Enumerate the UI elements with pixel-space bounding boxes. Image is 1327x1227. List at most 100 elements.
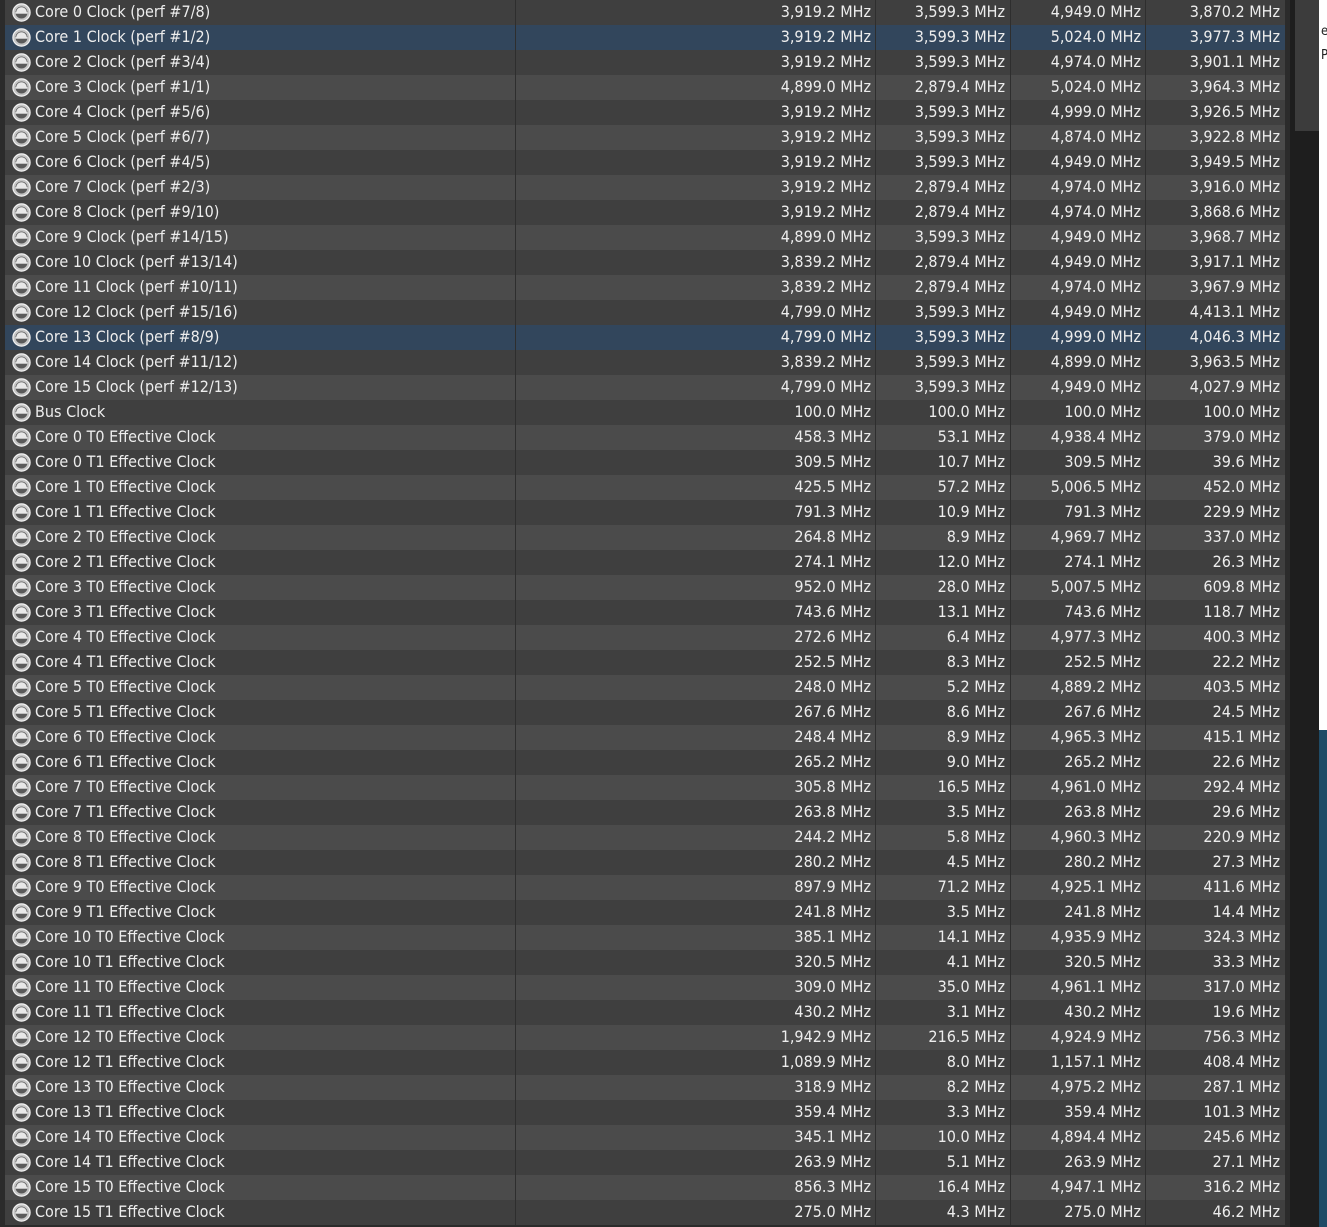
average-value: 400.3 MHz — [1203, 627, 1280, 646]
sensor-name: Core 9 T0 Effective Clock — [35, 877, 216, 896]
sensor-row[interactable]: Core 11 T0 Effective Clock 309.0 MHz 35.0 … — [0, 975, 1290, 1000]
sensor-row[interactable]: Core 2 T0 Effective Clock 264.8 MHz 8.9 MH… — [0, 525, 1290, 550]
minimum-value: 12.0 MHz — [937, 552, 1005, 571]
average-value: 26.3 MHz — [1212, 552, 1280, 571]
sensor-row[interactable]: Core 9 T1 Effective Clock 241.8 MHz 3.5 MH… — [0, 900, 1290, 925]
sensor-row[interactable]: Core 14 Clock (perf #11/12) 3,839.2 MHz 3,… — [0, 350, 1290, 375]
sensor-row[interactable]: Core 5 T1 Effective Clock 267.6 MHz 8.6 MH… — [0, 700, 1290, 725]
sensor-row[interactable]: Core 0 T0 Effective Clock 458.3 MHz 53.1 M… — [0, 425, 1290, 450]
adjacent-window-accent — [1319, 730, 1327, 1227]
sensor-row[interactable]: Core 5 Clock (perf #6/7) 3,919.2 MHz 3,599… — [0, 125, 1290, 150]
row-gutter — [0, 700, 5, 725]
sensor-row[interactable]: Core 7 Clock (perf #2/3) 3,919.2 MHz 2,879… — [0, 175, 1290, 200]
maximum-value: 4,961.0 MHz — [1050, 777, 1141, 796]
row-gutter — [0, 850, 5, 875]
sensor-name: Core 12 T1 Effective Clock — [35, 1052, 225, 1071]
sensor-row[interactable]: Core 10 Clock (perf #13/14) 3,839.2 MHz 2,… — [0, 250, 1290, 275]
sensor-row[interactable]: Core 12 Clock (perf #15/16) 4,799.0 MHz 3,… — [0, 300, 1290, 325]
minimum-value: 35.0 MHz — [937, 977, 1005, 996]
sensor-row[interactable]: Core 6 T0 Effective Clock 248.4 MHz 8.9 MH… — [0, 725, 1290, 750]
sensor-row[interactable]: Core 8 Clock (perf #9/10) 3,919.2 MHz 2,87… — [0, 200, 1290, 225]
maximum-value: 263.9 MHz — [1064, 1152, 1141, 1171]
sensor-row[interactable]: Core 15 T1 Effective Clock 275.0 MHz 4.3 M… — [0, 1200, 1290, 1225]
current-value: 3,919.2 MHz — [780, 52, 871, 71]
sensor-row[interactable]: Core 15 T0 Effective Clock 856.3 MHz 16.4 … — [0, 1175, 1290, 1200]
sensor-name: Core 1 Clock (perf #1/2) — [35, 27, 211, 46]
maximum-value: 5,024.0 MHz — [1050, 27, 1141, 46]
sensor-row[interactable]: Core 8 T1 Effective Clock 280.2 MHz 4.5 MH… — [0, 850, 1290, 875]
sensor-row[interactable]: Core 11 Clock (perf #10/11) 3,839.2 MHz 2,… — [0, 275, 1290, 300]
sensor-name: Core 7 Clock (perf #2/3) — [35, 177, 211, 196]
sensor-row[interactable]: Core 2 Clock (perf #3/4) 3,919.2 MHz 3,599… — [0, 50, 1290, 75]
sensor-row[interactable]: Core 5 T0 Effective Clock 248.0 MHz 5.2 MH… — [0, 675, 1290, 700]
clock-gauge-icon — [12, 53, 31, 72]
current-value: 4,799.0 MHz — [780, 327, 871, 346]
scrollbar-thumb[interactable] — [1295, 0, 1321, 131]
clock-gauge-icon — [12, 1128, 31, 1147]
sensor-row[interactable]: Core 7 T0 Effective Clock 305.8 MHz 16.5 M… — [0, 775, 1290, 800]
average-value: 229.9 MHz — [1203, 502, 1280, 521]
edge-char: e — [1321, 20, 1327, 44]
row-gutter — [0, 625, 5, 650]
maximum-value: 4,969.7 MHz — [1050, 527, 1141, 546]
minimum-value: 10.0 MHz — [937, 1127, 1005, 1146]
sensor-row[interactable]: Core 11 T1 Effective Clock 430.2 MHz 3.1 M… — [0, 1000, 1290, 1025]
sensor-row[interactable]: Bus Clock 100.0 MHz 100.0 MHz 100.0 MHz 100.… — [0, 400, 1290, 425]
sensor-table[interactable]: Core 0 Clock (perf #7/8) 3,919.2 MHz 3,599… — [0, 0, 1290, 1225]
average-value: 33.3 MHz — [1212, 952, 1280, 971]
average-value: 4,046.3 MHz — [1189, 327, 1280, 346]
sensor-row[interactable]: Core 2 T1 Effective Clock 274.1 MHz 12.0 M… — [0, 550, 1290, 575]
sensor-row[interactable]: Core 4 T1 Effective Clock 252.5 MHz 8.3 MH… — [0, 650, 1290, 675]
current-value: 248.4 MHz — [794, 727, 871, 746]
sensor-row[interactable]: Core 9 T0 Effective Clock 897.9 MHz 71.2 M… — [0, 875, 1290, 900]
sensor-row[interactable]: Core 4 T0 Effective Clock 272.6 MHz 6.4 MH… — [0, 625, 1290, 650]
sensor-row[interactable]: Core 1 T1 Effective Clock 791.3 MHz 10.9 M… — [0, 500, 1290, 525]
sensor-row[interactable]: Core 10 T0 Effective Clock 385.1 MHz 14.1 … — [0, 925, 1290, 950]
sensor-row[interactable]: Core 4 Clock (perf #5/6) 3,919.2 MHz 3,599… — [0, 100, 1290, 125]
sensor-row[interactable]: Core 13 T0 Effective Clock 318.9 MHz 8.2 M… — [0, 1075, 1290, 1100]
clock-gauge-icon — [12, 803, 31, 822]
average-value: 19.6 MHz — [1212, 1002, 1280, 1021]
sensor-row[interactable]: Core 0 T1 Effective Clock 309.5 MHz 10.7 M… — [0, 450, 1290, 475]
average-value: 3,967.9 MHz — [1189, 277, 1280, 296]
sensor-row[interactable]: Core 7 T1 Effective Clock 263.8 MHz 3.5 MH… — [0, 800, 1290, 825]
sensor-row[interactable]: Core 0 Clock (perf #7/8) 3,919.2 MHz 3,599… — [0, 0, 1290, 25]
sensor-row[interactable]: Core 13 T1 Effective Clock 359.4 MHz 3.3 M… — [0, 1100, 1290, 1125]
sensor-row[interactable]: Core 15 Clock (perf #12/13) 4,799.0 MHz 3,… — [0, 375, 1290, 400]
current-value: 309.5 MHz — [794, 452, 871, 471]
current-value: 385.1 MHz — [794, 927, 871, 946]
sensor-row[interactable]: Core 10 T1 Effective Clock 320.5 MHz 4.1 M… — [0, 950, 1290, 975]
clock-gauge-icon — [12, 153, 31, 172]
sensor-row[interactable]: Core 1 T0 Effective Clock 425.5 MHz 57.2 M… — [0, 475, 1290, 500]
sensor-row[interactable]: Core 12 T0 Effective Clock 1,942.9 MHz 216… — [0, 1025, 1290, 1050]
sensor-row[interactable]: Core 9 Clock (perf #14/15) 4,899.0 MHz 3,5… — [0, 225, 1290, 250]
sensor-row[interactable]: Core 1 Clock (perf #1/2) 3,919.2 MHz 3,599… — [0, 25, 1290, 50]
maximum-value: 791.3 MHz — [1064, 502, 1141, 521]
sensor-name: Core 9 Clock (perf #14/15) — [35, 227, 229, 246]
sensor-row[interactable]: Core 14 T1 Effective Clock 263.9 MHz 5.1 M… — [0, 1150, 1290, 1175]
current-value: 4,799.0 MHz — [780, 377, 871, 396]
row-gutter — [0, 800, 5, 825]
sensor-row[interactable]: Core 6 Clock (perf #4/5) 3,919.2 MHz 3,599… — [0, 150, 1290, 175]
clock-gauge-icon — [12, 1203, 31, 1222]
minimum-value: 2,879.4 MHz — [914, 277, 1005, 296]
sensor-row[interactable]: Core 3 Clock (perf #1/1) 4,899.0 MHz 2,879… — [0, 75, 1290, 100]
current-value: 248.0 MHz — [794, 677, 871, 696]
clock-gauge-icon — [12, 1003, 31, 1022]
sensor-row[interactable]: Core 3 T1 Effective Clock 743.6 MHz 13.1 M… — [0, 600, 1290, 625]
sensor-row[interactable]: Core 14 T0 Effective Clock 345.1 MHz 10.0 … — [0, 1125, 1290, 1150]
clock-gauge-icon — [12, 503, 31, 522]
sensor-name: Core 11 T0 Effective Clock — [35, 977, 225, 996]
sensor-name: Core 10 Clock (perf #13/14) — [35, 252, 238, 271]
sensor-row[interactable]: Core 13 Clock (perf #8/9) 4,799.0 MHz 3,59… — [0, 325, 1290, 350]
average-value: 317.0 MHz — [1203, 977, 1280, 996]
current-value: 100.0 MHz — [794, 402, 871, 421]
sensor-row[interactable]: Core 12 T1 Effective Clock 1,089.9 MHz 8.0… — [0, 1050, 1290, 1075]
sensor-row[interactable]: Core 8 T0 Effective Clock 244.2 MHz 5.8 MH… — [0, 825, 1290, 850]
sensor-row[interactable]: Core 3 T0 Effective Clock 952.0 MHz 28.0 M… — [0, 575, 1290, 600]
sensor-name: Core 10 T1 Effective Clock — [35, 952, 225, 971]
sensor-row[interactable]: Core 6 T1 Effective Clock 265.2 MHz 9.0 MH… — [0, 750, 1290, 775]
current-value: 743.6 MHz — [794, 602, 871, 621]
average-value: 100.0 MHz — [1203, 402, 1280, 421]
minimum-value: 10.7 MHz — [937, 452, 1005, 471]
